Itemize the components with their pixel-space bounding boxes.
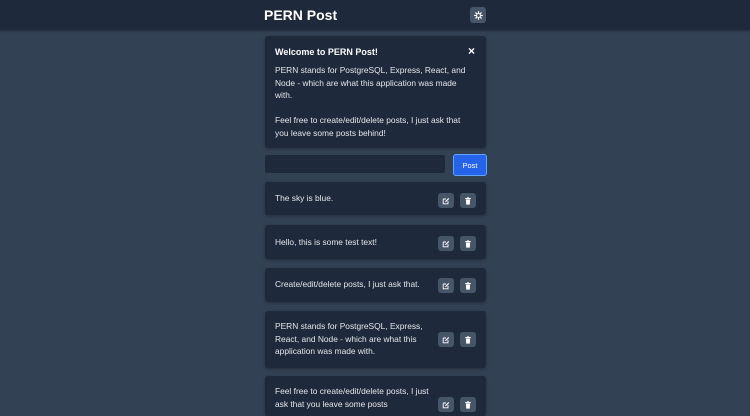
welcome-paragraph-2: Feel free to create/edit/delete posts, I… [275,115,461,138]
post-card: Create/edit/delete posts, I just ask tha… [265,268,486,302]
app-title[interactable]: PERN Post [264,7,337,23]
edit-icon [442,282,450,289]
edit-icon [442,197,450,204]
trash-icon [465,400,471,409]
welcome-card: Welcome to PERN Post! × PERN stands for … [265,36,486,148]
navbar: PERN Post [0,0,750,30]
post-text: Feel free to create/edit/delete posts, I… [275,386,429,409]
welcome-paragraph-1: PERN stands for PostgreSQL, Express, Rea… [275,65,466,101]
welcome-title: Welcome to PERN Post! [275,47,378,57]
gear-icon [473,10,483,20]
post-card: Hello, this is some test text! [265,225,486,259]
post-text: The sky is blue. [275,193,334,203]
post-actions [438,278,476,293]
edit-button[interactable] [438,278,454,293]
post-actions [438,332,476,347]
edit-button[interactable] [438,332,454,347]
trash-icon [465,281,471,290]
edit-icon [442,336,450,343]
edit-icon [442,240,450,247]
delete-button[interactable] [460,236,476,251]
delete-button[interactable] [460,193,476,208]
delete-button[interactable] [460,278,476,293]
theme-toggle-button[interactable] [470,7,486,23]
post-card: The sky is blue. [265,182,486,215]
post-card: PERN stands for PostgreSQL, Express, Rea… [265,311,486,368]
post-text: PERN stands for PostgreSQL, Express, Rea… [275,321,423,357]
post-actions [438,236,476,251]
edit-icon [442,401,450,408]
edit-button[interactable] [438,193,454,208]
post-actions [438,193,476,208]
trash-icon [465,239,471,248]
post-input[interactable] [264,154,446,174]
post-button[interactable]: Post [453,154,487,176]
trash-icon [465,196,471,205]
trash-icon [465,335,471,344]
post-text: Hello, this is some test text! [275,237,377,247]
post-card: Feel free to create/edit/delete posts, I… [265,376,486,416]
close-icon[interactable]: × [468,44,475,58]
edit-button[interactable] [438,236,454,251]
delete-button[interactable] [460,332,476,347]
post-text: Create/edit/delete posts, I just ask tha… [275,279,420,289]
